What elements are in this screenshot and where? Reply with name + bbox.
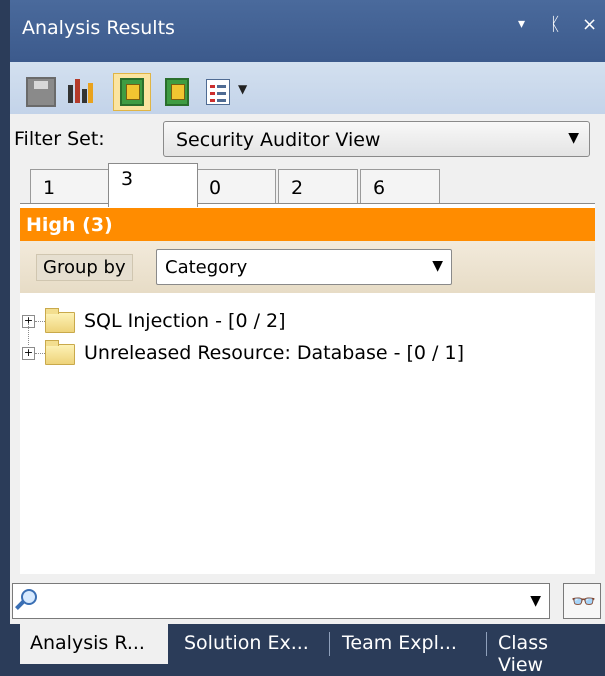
tab-analysis-results[interactable]: Analysis R... — [20, 624, 168, 664]
tab-class-view[interactable]: Class View — [488, 624, 605, 676]
magnifier-icon — [15, 588, 39, 612]
book-icon-2[interactable] — [165, 78, 189, 106]
chevron-down-icon: ▼ — [432, 258, 443, 274]
group-by-row: Group by Category ▼ — [20, 241, 595, 293]
filter-set-value: Security Auditor View — [176, 129, 381, 151]
tab-solution-explorer[interactable]: Solution Ex... — [174, 624, 324, 664]
panel-title: Analysis Results — [22, 17, 175, 39]
tab-3[interactable]: 3 — [108, 163, 198, 207]
tree-item-label: SQL Injection - [0 / 2] — [84, 310, 286, 332]
panel-title-bar: Analysis Results ▾ ᛕ × — [10, 0, 605, 62]
tab-label: Solution Ex... — [184, 632, 309, 654]
filter-set-label: Filter Set: — [14, 128, 105, 150]
tree-item[interactable]: + SQL Injection - [0 / 2] — [20, 308, 595, 345]
tab-0[interactable]: 0 — [196, 169, 276, 203]
tab-label: 2 — [291, 177, 304, 199]
severity-label: High (3) — [26, 214, 113, 236]
tab-label: 6 — [373, 177, 386, 199]
tab-2[interactable]: 2 — [278, 169, 358, 203]
expand-icon[interactable]: + — [22, 347, 35, 360]
find-button[interactable]: 👓 — [563, 583, 601, 619]
group-by-label: Group by — [36, 254, 133, 281]
search-row: ▼ 👓 — [10, 574, 605, 624]
save-icon[interactable] — [26, 77, 56, 107]
tab-label: Analysis R... — [30, 632, 145, 654]
chevron-down-icon[interactable]: ▼ — [530, 593, 541, 609]
group-by-value: Category — [165, 257, 248, 278]
chevron-down-icon: ▼ — [568, 130, 579, 146]
tree-item[interactable]: + Unreleased Resource: Database - [0 / 1… — [20, 340, 595, 368]
chart-icon[interactable] — [66, 77, 96, 107]
tab-label: 0 — [209, 177, 222, 199]
search-input[interactable]: ▼ — [12, 583, 550, 619]
tab-1[interactable]: 1 — [30, 169, 110, 203]
tab-label: 3 — [121, 168, 134, 190]
severity-header: High (3) — [20, 208, 595, 241]
tab-team-explorer[interactable]: Team Expl... — [332, 624, 482, 664]
filter-set-select[interactable]: Security Auditor View ▼ — [163, 121, 590, 157]
close-icon[interactable]: × — [582, 14, 597, 35]
folder-icon — [45, 340, 75, 365]
tree-item-label: Unreleased Resource: Database - [0 / 1] — [84, 342, 464, 364]
book-icon — [120, 78, 144, 106]
toolbar — [10, 62, 605, 114]
group-by-select[interactable]: Category ▼ — [156, 249, 452, 285]
tab-6[interactable]: 6 — [360, 169, 440, 203]
pin-icon[interactable]: ᛕ — [550, 14, 561, 35]
tab-label: Team Expl... — [342, 632, 457, 654]
bottom-tab-strip: Analysis R... Solution Ex... Team Expl..… — [10, 624, 605, 676]
tab-label: 1 — [43, 177, 56, 199]
folder-icon — [45, 308, 75, 333]
tab-label: Class View — [498, 632, 548, 676]
results-content: High (3) Group by Category ▼ + SQL Injec… — [20, 203, 595, 574]
binoculars-icon: 👓 — [571, 589, 596, 613]
list-icon[interactable] — [206, 79, 230, 105]
window-menu-icon[interactable]: ▾ — [518, 16, 525, 32]
chevron-down-icon[interactable]: ▼ — [238, 82, 247, 96]
left-frame — [0, 0, 10, 664]
